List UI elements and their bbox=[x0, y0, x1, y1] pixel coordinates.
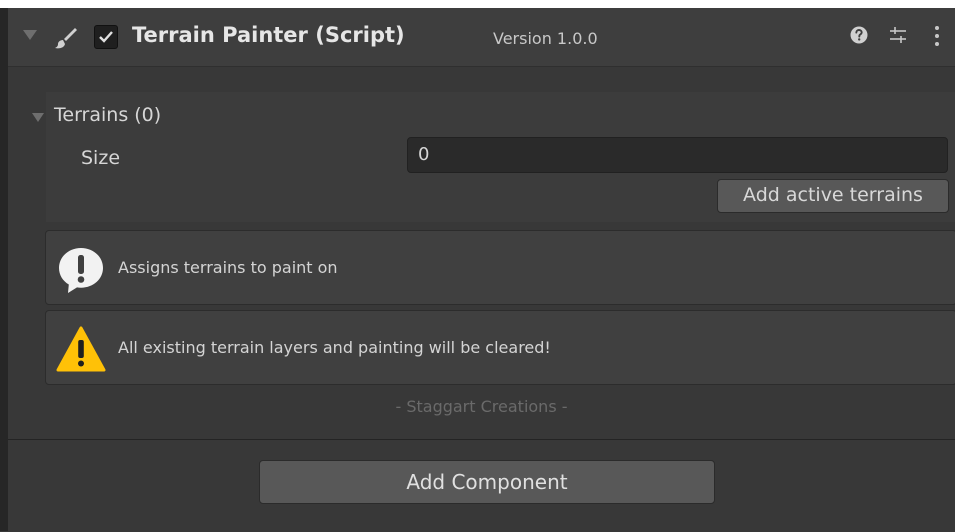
size-field[interactable]: 0 bbox=[407, 137, 948, 173]
foldout-arrow-icon[interactable] bbox=[23, 30, 37, 40]
warning-message: All existing terrain layers and painting… bbox=[118, 338, 551, 357]
checkmark-icon bbox=[99, 31, 113, 43]
warning-triangle-icon bbox=[56, 326, 106, 372]
component-header[interactable]: Terrain Painter (Script) Version 1.0.0 bbox=[8, 8, 955, 67]
terrains-foldout-arrow-icon[interactable] bbox=[32, 113, 44, 122]
add-component-button[interactable]: Add Component bbox=[259, 460, 715, 504]
add-component-area: Add Component bbox=[8, 439, 955, 532]
kebab-menu-icon[interactable] bbox=[932, 25, 942, 47]
component-enabled-checkbox[interactable] bbox=[94, 25, 118, 49]
window-left-border bbox=[0, 8, 8, 531]
terrains-foldout-label[interactable]: Terrains (0) bbox=[54, 104, 161, 126]
info-message: Assigns terrains to paint on bbox=[118, 258, 338, 277]
component-title[interactable]: Terrain Painter (Script) bbox=[132, 23, 405, 47]
credit-label: - Staggart Creations - bbox=[395, 397, 568, 416]
warning-help-box: All existing terrain layers and painting… bbox=[45, 310, 955, 385]
help-icon[interactable] bbox=[850, 26, 868, 44]
window-top-border bbox=[0, 0, 955, 8]
brush-icon bbox=[55, 28, 77, 49]
size-label: Size bbox=[81, 147, 121, 169]
info-help-box: Assigns terrains to paint on bbox=[45, 230, 955, 305]
info-speech-bubble-icon bbox=[59, 248, 103, 293]
component-body: Terrains (0) Size 0 Add active terrains … bbox=[8, 67, 955, 439]
add-active-terrains-button[interactable]: Add active terrains bbox=[717, 179, 949, 213]
version-label: Version 1.0.0 bbox=[493, 29, 598, 48]
preset-icon[interactable] bbox=[888, 25, 908, 45]
